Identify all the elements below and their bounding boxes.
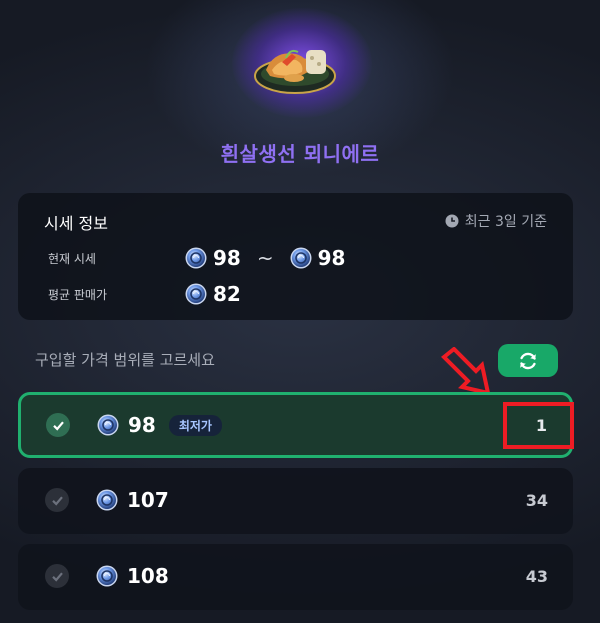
average-price-label: 평균 판매가	[48, 287, 108, 302]
refresh-button[interactable]	[498, 344, 558, 377]
price-option-row-2[interactable]: 107 34	[18, 468, 573, 534]
price-option-row-3[interactable]: 108 43	[18, 544, 573, 610]
option-price: 108	[127, 564, 169, 588]
price-period: 최근 3일 기준	[445, 211, 547, 231]
coin-icon	[96, 565, 118, 587]
average-price-row: 평균 판매가 82	[18, 280, 573, 308]
checkmark-icon[interactable]	[46, 413, 70, 437]
fish-meuniere-dish-icon	[254, 49, 336, 94]
current-price-min: 98	[213, 246, 241, 270]
price-period-text: 최근 3일 기준	[464, 214, 547, 230]
current-price-row: 현재 시세 98 ~ 98	[18, 244, 573, 272]
checkmark-icon[interactable]	[45, 564, 69, 588]
current-price-max: 98	[317, 246, 346, 270]
coin-icon	[97, 414, 119, 436]
price-info-title: 시세 정보	[44, 214, 108, 233]
annotation-arrow-icon	[441, 347, 491, 396]
clock-icon	[445, 214, 459, 228]
option-price: 98	[128, 413, 156, 437]
average-price-value: 82	[213, 282, 241, 306]
lowest-price-badge: 최저가	[168, 414, 222, 436]
price-option-row-1[interactable]: 98 최저가 1	[18, 392, 573, 458]
option-price: 107	[127, 488, 169, 512]
current-price-label: 현재 시세	[48, 251, 96, 266]
annotation-highlight-box	[503, 402, 574, 449]
coin-icon	[185, 247, 207, 269]
coin-icon	[96, 489, 118, 511]
price-info-panel: 시세 정보 최근 3일 기준 현재 시세 98 ~ 98 평균 판매가 82	[18, 193, 573, 320]
range-separator: ~	[256, 246, 274, 270]
checkmark-icon[interactable]	[45, 488, 69, 512]
coin-icon	[290, 247, 312, 269]
option-count: 43	[525, 567, 548, 586]
coin-icon	[185, 283, 207, 305]
option-count: 34	[525, 491, 548, 510]
item-title: 흰살생선 뫼니에르	[220, 142, 380, 166]
price-range-prompt: 구입할 가격 범위를 고르세요	[35, 351, 215, 369]
refresh-icon	[520, 352, 536, 369]
